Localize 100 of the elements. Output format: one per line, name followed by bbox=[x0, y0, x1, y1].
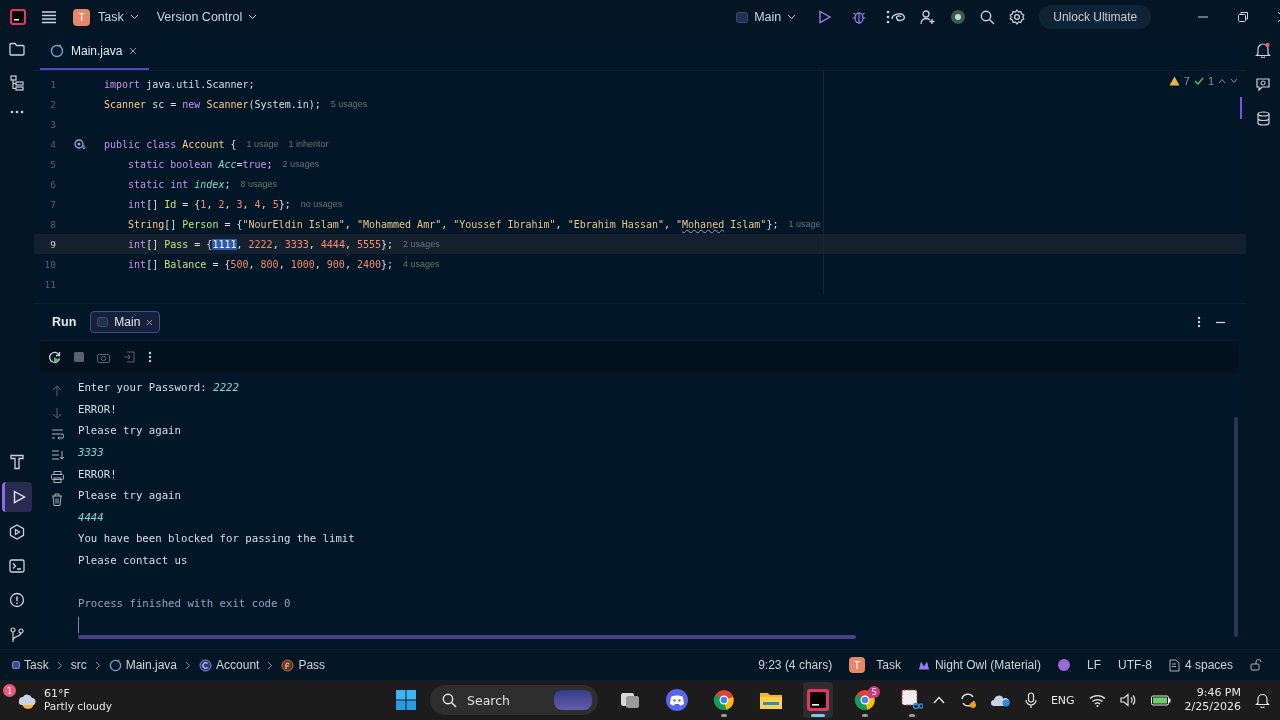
battery-icon[interactable] bbox=[1150, 694, 1171, 706]
trash-icon[interactable] bbox=[51, 493, 63, 506]
cursor-position[interactable]: 9:23 (4 chars) bbox=[758, 658, 833, 672]
search-icon[interactable] bbox=[980, 9, 996, 25]
breadcrumb[interactable]: Account bbox=[199, 658, 260, 672]
status-circle-icon[interactable] bbox=[1057, 659, 1070, 671]
version-control-button[interactable]: Version Control bbox=[154, 6, 260, 28]
vertical-scrollbar[interactable] bbox=[1234, 417, 1238, 637]
language-indicator[interactable]: ENG bbox=[1050, 693, 1075, 707]
taskbar-app[interactable]: S bbox=[850, 682, 880, 718]
code-line: Scanner sc = new Scanner(System.in); bbox=[104, 98, 321, 110]
weather-condition[interactable]: Partly cloudy bbox=[44, 700, 112, 713]
usage-hint[interactable]: 8 usages bbox=[240, 179, 277, 189]
theme-widget[interactable]: Night Owl (Material) bbox=[917, 658, 1041, 672]
unlock-ultimate-button[interactable]: Unlock Ultimate bbox=[1039, 5, 1152, 29]
usage-hint[interactable]: 1 usage bbox=[788, 219, 821, 229]
console-line: ERROR! bbox=[78, 466, 117, 483]
encoding-widget[interactable]: UTF-8 bbox=[1117, 658, 1152, 672]
add-user-icon[interactable] bbox=[920, 9, 937, 25]
usage-hint[interactable]: 4 usages bbox=[403, 259, 440, 269]
settings-icon[interactable] bbox=[1009, 9, 1026, 25]
editor-tab[interactable]: Main.java bbox=[40, 34, 150, 70]
console-line: 3333 bbox=[78, 445, 104, 462]
soft-wrap-icon[interactable] bbox=[50, 429, 64, 440]
spiral-icon[interactable] bbox=[890, 10, 907, 24]
project-button[interactable]: T Task bbox=[71, 4, 141, 30]
microphone-icon[interactable] bbox=[1024, 691, 1037, 709]
more-icon[interactable] bbox=[10, 110, 24, 114]
warning-icon[interactable] bbox=[1168, 76, 1180, 86]
notifications-icon[interactable] bbox=[1255, 42, 1271, 58]
scroll-to-end-icon[interactable] bbox=[50, 450, 64, 461]
menu-icon[interactable] bbox=[41, 10, 57, 24]
git-branch-icon[interactable] bbox=[10, 627, 24, 643]
taskbar-app[interactable] bbox=[803, 682, 833, 718]
line-number: 2 bbox=[49, 98, 56, 110]
close-icon[interactable] bbox=[129, 47, 138, 55]
window-icon bbox=[736, 11, 749, 23]
debug-icon[interactable] bbox=[852, 10, 867, 24]
clock-date[interactable]: 2/25/2026 bbox=[1184, 700, 1241, 714]
warning-count[interactable]: 7 bbox=[1183, 75, 1190, 87]
database-icon[interactable] bbox=[1256, 111, 1270, 126]
status-dot-icon[interactable] bbox=[950, 9, 967, 25]
login-icon[interactable] bbox=[123, 351, 135, 363]
more-icon[interactable] bbox=[148, 351, 152, 363]
print-icon[interactable] bbox=[50, 471, 64, 483]
camera-icon[interactable] bbox=[97, 351, 110, 363]
terminal-icon[interactable] bbox=[9, 559, 25, 573]
ai-chat-icon[interactable] bbox=[1255, 77, 1271, 92]
implemented-icon[interactable] bbox=[74, 138, 86, 150]
down-arrow-icon[interactable] bbox=[52, 407, 62, 419]
breadcrumb[interactable]: Main.java bbox=[108, 658, 178, 672]
volume-icon[interactable] bbox=[1119, 693, 1137, 707]
cloud-icon[interactable] bbox=[990, 693, 1011, 707]
services-icon[interactable] bbox=[9, 524, 25, 540]
rerun-icon[interactable] bbox=[48, 350, 61, 364]
check-icon[interactable] bbox=[1193, 77, 1204, 85]
folder-icon[interactable] bbox=[9, 42, 25, 56]
console-line: Please try again bbox=[78, 423, 181, 440]
usage-hint[interactable]: 2 usages bbox=[282, 159, 320, 169]
usage-hint[interactable]: 1 usage bbox=[246, 139, 279, 149]
usage-hint[interactable]: 1 inheritor bbox=[288, 139, 329, 149]
caret-up-icon[interactable] bbox=[932, 696, 945, 704]
close-icon[interactable] bbox=[146, 318, 154, 326]
wifi-icon[interactable] bbox=[1088, 693, 1106, 707]
taskbar-search-field[interactable]: Search bbox=[430, 685, 598, 715]
app-logo-icon[interactable] bbox=[9, 8, 27, 26]
run-tool-button[interactable] bbox=[2, 482, 32, 512]
restore-icon[interactable] bbox=[1237, 11, 1250, 23]
horizontal-scrollbar[interactable] bbox=[78, 635, 856, 639]
up-arrow-icon[interactable] bbox=[52, 385, 62, 397]
sync-icon[interactable] bbox=[958, 691, 977, 709]
scissors-icon bbox=[901, 689, 923, 711]
run-config-button[interactable]: Main bbox=[734, 6, 799, 28]
start-icon[interactable] bbox=[396, 690, 416, 710]
chevron-right-icon bbox=[267, 660, 274, 670]
line-number: 4 bbox=[49, 138, 56, 150]
clock-time[interactable]: 9:46 PM bbox=[1196, 686, 1241, 700]
check-count[interactable]: 1 bbox=[1207, 75, 1214, 87]
run-tab[interactable]: Main bbox=[90, 311, 161, 333]
chevron-up-icon[interactable] bbox=[1218, 78, 1226, 84]
breadcrumb[interactable]: Pass bbox=[281, 658, 326, 672]
usage-hint[interactable]: no usages bbox=[300, 199, 343, 209]
temperature[interactable]: 61°F bbox=[44, 687, 112, 700]
usage-hint[interactable]: 2 usages bbox=[403, 239, 440, 249]
more-icon[interactable] bbox=[886, 10, 891, 24]
unlock-icon[interactable] bbox=[1250, 659, 1262, 671]
structure-icon[interactable] bbox=[10, 75, 24, 91]
breadcrumb[interactable]: Task bbox=[12, 658, 49, 672]
search-input[interactable]: Search bbox=[465, 691, 546, 709]
hammer-icon[interactable] bbox=[10, 454, 24, 470]
usage-hint[interactable]: 5 usages bbox=[330, 99, 368, 109]
indent-widget[interactable]: 4 spaces bbox=[1168, 658, 1233, 672]
project-widget[interactable]: T Task bbox=[849, 657, 901, 673]
more-icon[interactable] bbox=[1197, 316, 1201, 328]
problems-icon[interactable] bbox=[9, 592, 25, 608]
chevron-down-icon[interactable] bbox=[1230, 78, 1238, 84]
breadcrumb[interactable]: src bbox=[70, 658, 87, 672]
run-icon[interactable] bbox=[818, 10, 833, 24]
line-separator-widget[interactable]: LF bbox=[1086, 658, 1101, 672]
notifications-icon[interactable] bbox=[1255, 692, 1270, 708]
